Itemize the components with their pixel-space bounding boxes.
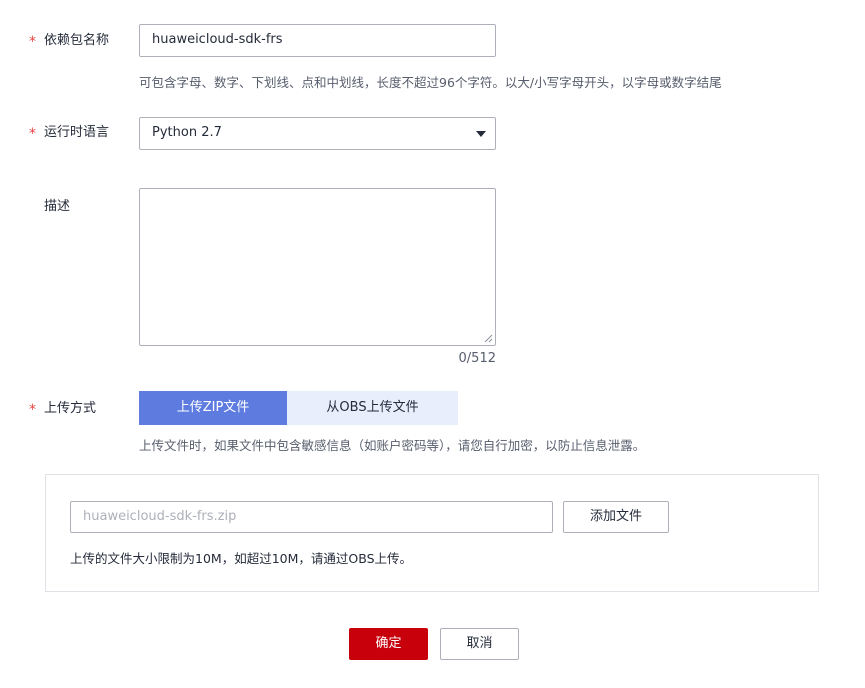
package-name-hint: 可包含字母、数字、下划线、点和中划线，长度不超过96个字符。以大/小写字母开头，… bbox=[139, 75, 722, 90]
resize-handle-icon[interactable] bbox=[484, 334, 493, 343]
upload-method-hint: 上传文件时，如果文件中包含敏感信息（如账户密码等），请您自行加密，以防止信息泄露… bbox=[139, 438, 646, 453]
upload-method-label: 上传方式 bbox=[44, 401, 97, 416]
description-label: 描述 bbox=[44, 199, 71, 214]
required-marker: * bbox=[29, 34, 36, 50]
upload-obs-tab[interactable]: 从OBS上传文件 bbox=[287, 391, 458, 425]
runtime-select[interactable]: Python 2.7 bbox=[139, 117, 496, 150]
file-name-input[interactable]: huaweicloud-sdk-frs.zip bbox=[70, 501, 553, 533]
runtime-label: 运行时语言 bbox=[44, 125, 110, 140]
file-name-placeholder: huaweicloud-sdk-frs.zip bbox=[83, 509, 237, 524]
add-file-button[interactable]: 添加文件 bbox=[563, 501, 669, 533]
package-name-input[interactable]: huaweicloud-sdk-frs bbox=[139, 24, 496, 57]
upload-panel: huaweicloud-sdk-frs.zip 添加文件 上传的文件大小限制为1… bbox=[45, 474, 819, 592]
size-limit-note: 上传的文件大小限制为10M，如超过10M，请通过OBS上传。 bbox=[70, 551, 413, 566]
description-counter: 0/512 bbox=[458, 351, 496, 366]
confirm-button[interactable]: 确定 bbox=[349, 628, 428, 660]
description-textarea[interactable] bbox=[139, 188, 496, 346]
upload-zip-tab[interactable]: 上传ZIP文件 bbox=[139, 391, 287, 425]
required-marker: * bbox=[29, 402, 36, 418]
runtime-selected-value: Python 2.7 bbox=[152, 125, 222, 140]
required-marker: * bbox=[29, 126, 36, 142]
cancel-button[interactable]: 取消 bbox=[440, 628, 519, 660]
package-name-label: 依赖包名称 bbox=[44, 33, 110, 48]
caret-down-icon bbox=[476, 131, 486, 137]
package-name-value: huaweicloud-sdk-frs bbox=[152, 32, 283, 47]
